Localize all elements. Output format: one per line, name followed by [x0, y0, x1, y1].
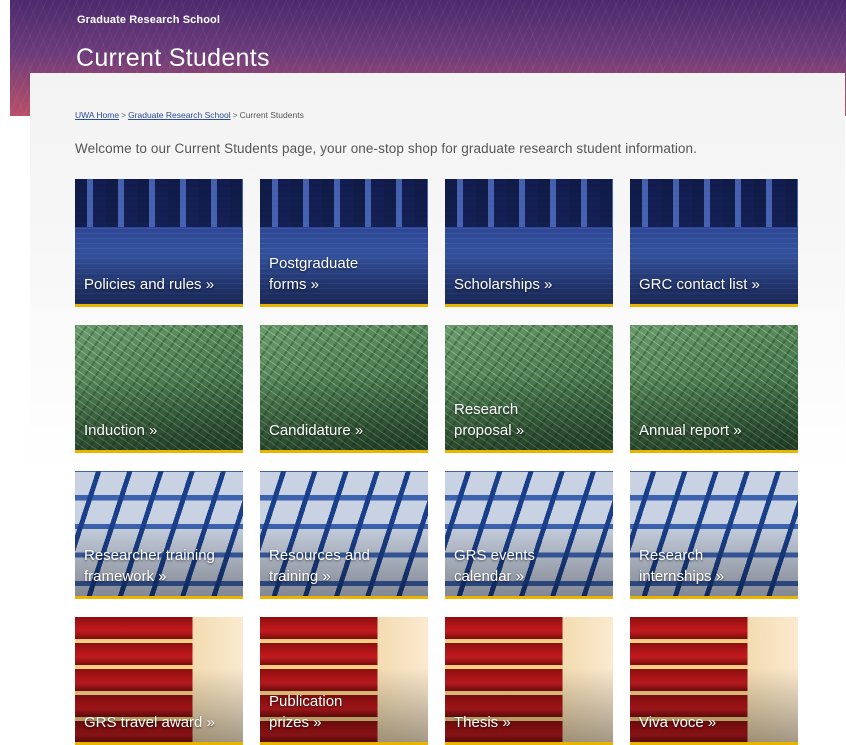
- banner-edge: [0, 0, 10, 116]
- tile-link[interactable]: Publication prizes »: [260, 617, 428, 745]
- tile-label: Publication prizes »: [269, 691, 422, 733]
- tile-label: Thesis »: [454, 712, 607, 733]
- tile-label-line: Resources and: [269, 547, 370, 564]
- tile-link[interactable]: GRS events calendar »: [445, 471, 613, 599]
- tile-label-line: forms »: [269, 276, 320, 293]
- tile-link[interactable]: Thesis »: [445, 617, 613, 745]
- tile-label-line: Candidature »: [269, 422, 364, 439]
- tile-label: Policies and rules »: [84, 274, 237, 295]
- tile-label: Research internships »: [639, 545, 792, 587]
- tile-label: Scholarships »: [454, 274, 607, 295]
- tile-label-line: internships »: [639, 568, 725, 585]
- tile-label: Annual report »: [639, 420, 792, 441]
- tile-link[interactable]: GRS travel award »: [75, 617, 243, 745]
- tile-link[interactable]: Scholarships »: [445, 179, 613, 307]
- tile-link[interactable]: Candidature »: [260, 325, 428, 453]
- tile-label-line: framework »: [84, 568, 167, 585]
- tile-link[interactable]: Researcher training framework »: [75, 471, 243, 599]
- tile-label-line: Viva voce »: [639, 714, 717, 731]
- tile-label-line: Annual report »: [639, 422, 742, 439]
- breadcrumb-current: Current Students: [239, 110, 304, 120]
- tile-link[interactable]: Induction »: [75, 325, 243, 453]
- tile-label-line: GRS travel award »: [84, 714, 215, 731]
- tile-link[interactable]: Policies and rules »: [75, 179, 243, 307]
- tile-label: GRS travel award »: [84, 712, 237, 733]
- tile-link[interactable]: Viva voce »: [630, 617, 798, 745]
- tile-label: Resources and training »: [269, 545, 422, 587]
- breadcrumb-uwa-home[interactable]: UWA Home: [75, 110, 119, 120]
- tile-link[interactable]: Postgraduate forms »: [260, 179, 428, 307]
- tile-label: GRC contact list »: [639, 274, 792, 295]
- intro-text: Welcome to our Current Students page, yo…: [75, 141, 697, 156]
- tile-label: Research proposal »: [454, 399, 607, 441]
- breadcrumb: UWA Home > Graduate Research School > Curren…: [75, 110, 304, 120]
- tile-label: GRS events calendar »: [454, 545, 607, 587]
- tile-label: Postgraduate forms »: [269, 253, 422, 295]
- tile-label-line: GRS events: [454, 547, 535, 564]
- tile-link[interactable]: Resources and training »: [260, 471, 428, 599]
- tile-label-line: Publication: [269, 693, 343, 710]
- tile-link[interactable]: Annual report »: [630, 325, 798, 453]
- tile-label: Viva voce »: [639, 712, 792, 733]
- tile-link[interactable]: GRC contact list »: [630, 179, 798, 307]
- tile-link[interactable]: Research internships »: [630, 471, 798, 599]
- tile-label-line: Scholarships »: [454, 276, 553, 293]
- tile-label-line: Thesis »: [454, 714, 511, 731]
- tile-label-line: training »: [269, 568, 331, 585]
- breadcrumb-separator: >: [121, 110, 127, 120]
- site-name[interactable]: Graduate Research School: [77, 14, 220, 26]
- tile-label-line: proposal »: [454, 422, 525, 439]
- page-title: Current Students: [76, 43, 270, 72]
- tile-label-line: prizes »: [269, 714, 322, 731]
- tile-label: Candidature »: [269, 420, 422, 441]
- tile-label-line: Research: [454, 401, 519, 418]
- tile-label-line: Induction »: [84, 422, 158, 439]
- breadcrumb-graduate-research-school[interactable]: Graduate Research School: [128, 110, 231, 120]
- tile-label-line: calendar »: [454, 568, 525, 585]
- tile-label-line: Researcher training: [84, 547, 215, 564]
- tile-label-line: Research: [639, 547, 704, 564]
- tile-label: Researcher training framework »: [84, 545, 237, 587]
- tile-label-line: Policies and rules »: [84, 276, 215, 293]
- tile-label-line: Postgraduate: [269, 255, 359, 272]
- tile-label: Induction »: [84, 420, 237, 441]
- tile-label-line: GRC contact list »: [639, 276, 760, 293]
- tile-link[interactable]: Research proposal »: [445, 325, 613, 453]
- breadcrumb-separator: >: [232, 110, 238, 120]
